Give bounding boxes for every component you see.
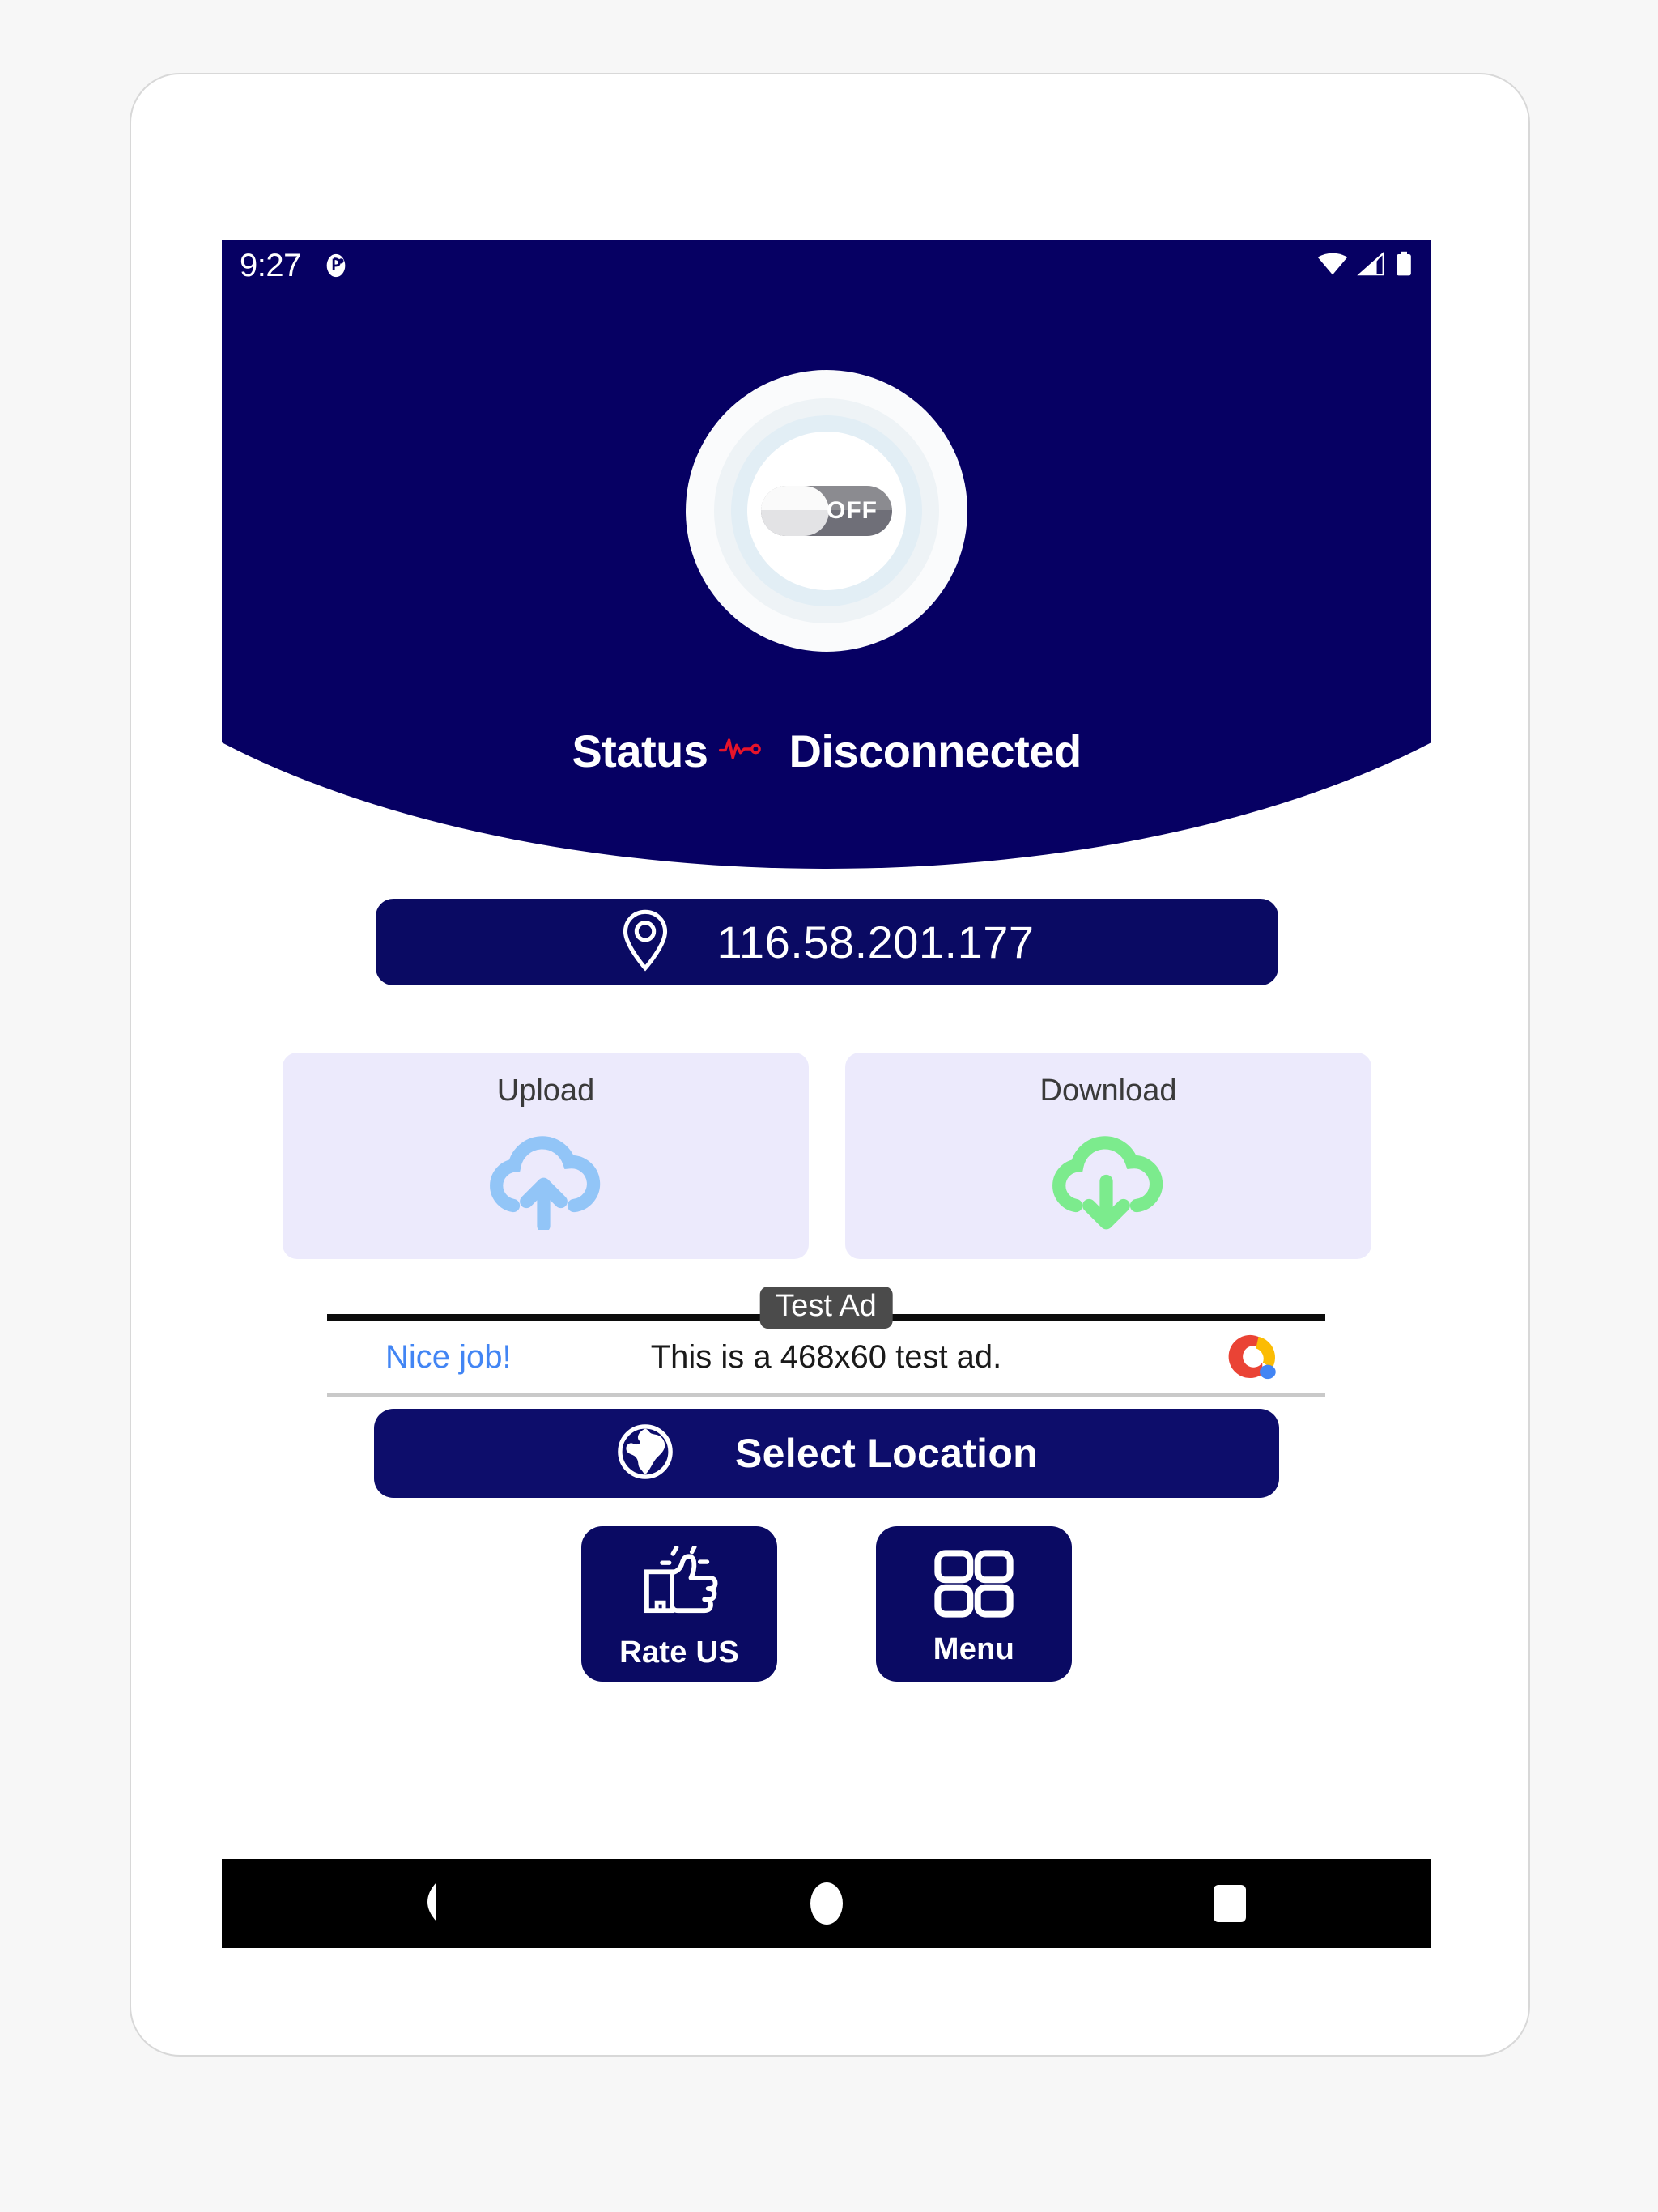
device-frame: 9:27 OFF Status Disconnected 116.58.201.… <box>130 73 1530 2057</box>
action-buttons-row: Rate US Menu <box>222 1526 1431 1682</box>
location-pin-icon <box>619 908 671 976</box>
status-bar-icons <box>1316 250 1414 281</box>
phone-screen: 9:27 OFF Status Disconnected 116.58.201.… <box>222 240 1431 1948</box>
nav-back-button[interactable] <box>359 1859 488 1948</box>
status-prefix-label: Status <box>572 725 708 776</box>
status-value-label: Disconnected <box>789 725 1082 776</box>
select-location-label: Select Location <box>734 1431 1039 1476</box>
toggle-switch-knob <box>761 486 829 536</box>
notification-icon <box>322 252 350 279</box>
page-root: 9:27 OFF Status Disconnected 116.58.201.… <box>0 0 1658 2212</box>
battery-icon <box>1394 251 1414 281</box>
wifi-icon <box>1316 252 1349 280</box>
nav-home-button[interactable] <box>762 1859 891 1948</box>
status-bar-clock: 9:27 <box>240 248 301 283</box>
upload-card-label: Upload <box>496 1074 595 1108</box>
cellular-signal-icon <box>1357 250 1386 280</box>
rate-us-button[interactable]: Rate US <box>581 1526 777 1682</box>
heartbeat-pulse-icon <box>719 733 777 769</box>
recents-square-icon <box>1214 1885 1246 1922</box>
ad-headline: Nice job! <box>385 1339 512 1375</box>
cloud-download-icon <box>1048 1125 1169 1234</box>
thumbs-up-icon <box>631 1544 727 1629</box>
cloud-upload-icon <box>485 1125 606 1234</box>
menu-label: Menu <box>933 1632 1015 1666</box>
toggle-state-label: OFF <box>827 497 878 524</box>
android-navigation-bar <box>222 1859 1431 1948</box>
ad-test-badge: Test Ad <box>759 1287 893 1329</box>
android-status-bar: 9:27 <box>222 240 1431 291</box>
globe-icon <box>615 1422 675 1486</box>
ip-address-value: 116.58.201.177 <box>716 917 1035 968</box>
admob-logo-icon <box>1220 1326 1283 1389</box>
download-card-label: Download <box>1039 1074 1177 1108</box>
back-triangle-icon <box>402 1879 444 1929</box>
ip-address-button[interactable]: 116.58.201.177 <box>376 899 1278 985</box>
ad-body-text: This is a 468x60 test ad. <box>650 1339 1002 1375</box>
ad-banner-content: Nice job! This is a 468x60 test ad. Test… <box>327 1287 1325 1393</box>
connection-status-line: Status Disconnected <box>222 725 1431 777</box>
toggle-switch-pill[interactable]: OFF <box>761 486 892 536</box>
home-circle-icon <box>810 1882 843 1925</box>
menu-button[interactable]: Menu <box>876 1526 1072 1682</box>
rate-us-label: Rate US <box>619 1636 739 1670</box>
nav-recents-button[interactable] <box>1165 1859 1295 1948</box>
grid-menu-icon <box>932 1546 1016 1626</box>
ad-banner[interactable]: Nice job! This is a 468x60 test ad. Test… <box>327 1287 1325 1397</box>
speed-cards-row: Upload Download <box>283 1053 1371 1259</box>
upload-card[interactable]: Upload <box>283 1053 809 1259</box>
select-location-button[interactable]: Select Location <box>374 1409 1279 1498</box>
vpn-power-toggle[interactable]: OFF <box>686 370 967 652</box>
download-card[interactable]: Download <box>845 1053 1371 1259</box>
